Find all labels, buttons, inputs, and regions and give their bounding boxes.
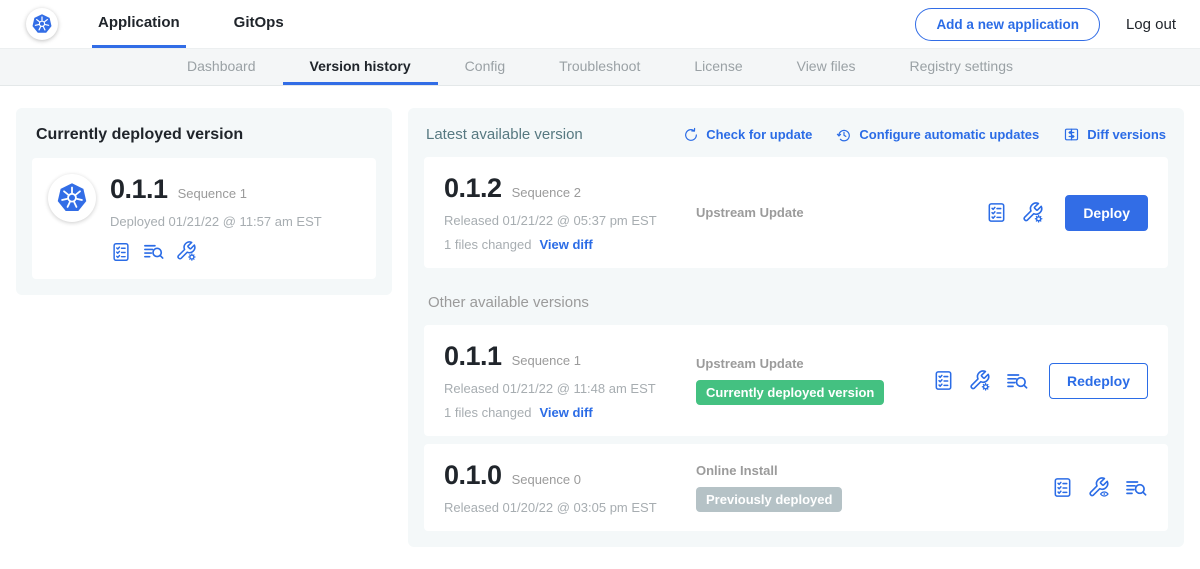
deploy-logs-icon[interactable]	[1005, 369, 1029, 393]
release-notes-icon[interactable]	[985, 201, 1008, 224]
tab-view-files[interactable]: View files	[770, 49, 883, 85]
version-number: 0.1.0	[444, 460, 502, 491]
tab-license[interactable]: License	[667, 49, 769, 85]
kubernetes-logo	[26, 8, 58, 40]
sequence-label: Sequence 0	[512, 472, 581, 487]
configure-automatic-updates-link[interactable]: Configure automatic updates	[836, 127, 1039, 143]
deploy-button[interactable]: Deploy	[1065, 195, 1148, 231]
redeploy-button[interactable]: Redeploy	[1049, 363, 1148, 399]
deployed-sequence-label: Sequence 1	[178, 186, 247, 201]
deployed-version-number: 0.1.1	[110, 174, 168, 205]
diff-versions-label: Diff versions	[1087, 127, 1166, 142]
latest-available-title: Latest available version	[426, 126, 583, 143]
deploy-logs-icon[interactable]	[1124, 476, 1148, 500]
edit-config-icon[interactable]	[1021, 201, 1045, 225]
currently-deployed-badge: Currently deployed version	[696, 380, 884, 405]
version-card-0-1-0: 0.1.0 Sequence 0 Released 01/20/22 @ 03:…	[424, 444, 1168, 531]
version-card-0-1-2: 0.1.2 Sequence 2 Released 01/21/22 @ 05:…	[424, 157, 1168, 268]
currently-deployed-title: Currently deployed version	[36, 126, 374, 144]
released-timestamp: Released 01/21/22 @ 05:37 pm EST	[444, 213, 696, 228]
edit-config-icon[interactable]	[968, 369, 992, 393]
view-diff-link[interactable]: View diff	[539, 405, 592, 420]
version-number: 0.1.2	[444, 173, 502, 204]
tab-config[interactable]: Config	[438, 49, 532, 85]
version-card-0-1-1: 0.1.1 Sequence 1 Released 01/21/22 @ 11:…	[424, 325, 1168, 436]
version-source-label: Upstream Update	[696, 356, 932, 371]
check-for-update-link[interactable]: Check for update	[683, 127, 812, 143]
check-for-update-label: Check for update	[706, 127, 812, 142]
version-history-panel: Latest available version Check for updat…	[408, 108, 1184, 547]
diff-versions-link[interactable]: Diff versions	[1063, 126, 1166, 143]
currently-deployed-panel: Currently deployed version 0.1.1 Sequenc…	[16, 108, 392, 295]
release-notes-icon[interactable]	[932, 369, 955, 392]
previously-deployed-badge: Previously deployed	[696, 487, 842, 512]
other-available-versions-title: Other available versions	[428, 294, 1166, 311]
deployed-timestamp: Deployed 01/21/22 @ 11:57 am EST	[110, 214, 322, 229]
tab-gitops[interactable]: GitOps	[228, 0, 290, 48]
tab-troubleshoot[interactable]: Troubleshoot	[532, 49, 667, 85]
tab-version-history[interactable]: Version history	[283, 49, 438, 85]
release-notes-icon[interactable]	[110, 241, 132, 263]
released-timestamp: Released 01/20/22 @ 03:05 pm EST	[444, 500, 696, 515]
sequence-label: Sequence 1	[512, 353, 581, 368]
release-notes-icon[interactable]	[1051, 476, 1074, 499]
version-source-label: Online Install	[696, 463, 1051, 478]
sequence-label: Sequence 2	[512, 185, 581, 200]
version-number: 0.1.1	[444, 341, 502, 372]
view-diff-link[interactable]: View diff	[539, 237, 592, 252]
files-changed-label: 1 files changed	[444, 405, 531, 420]
deployed-version-card: 0.1.1 Sequence 1 Deployed 01/21/22 @ 11:…	[32, 158, 376, 279]
configure-automatic-updates-label: Configure automatic updates	[859, 127, 1039, 142]
app-sub-nav: Dashboard Version history Config Trouble…	[0, 48, 1200, 86]
deploy-logs-icon[interactable]	[142, 240, 165, 263]
top-nav-tabs: Application GitOps	[92, 0, 332, 48]
app-kubernetes-logo	[48, 174, 96, 222]
add-new-application-button[interactable]: Add a new application	[915, 8, 1100, 41]
released-timestamp: Released 01/21/22 @ 11:48 am EST	[444, 381, 696, 396]
logout-button[interactable]: Log out	[1126, 16, 1176, 33]
version-source-label: Upstream Update	[696, 205, 985, 220]
files-changed-label: 1 files changed	[444, 237, 531, 252]
tab-dashboard[interactable]: Dashboard	[160, 49, 283, 85]
tab-registry-settings[interactable]: Registry settings	[883, 49, 1040, 85]
view-config-icon[interactable]	[1087, 476, 1111, 500]
tab-application[interactable]: Application	[92, 0, 186, 48]
edit-config-icon[interactable]	[175, 240, 198, 263]
top-nav-bar: Application GitOps Add a new application…	[0, 0, 1200, 48]
